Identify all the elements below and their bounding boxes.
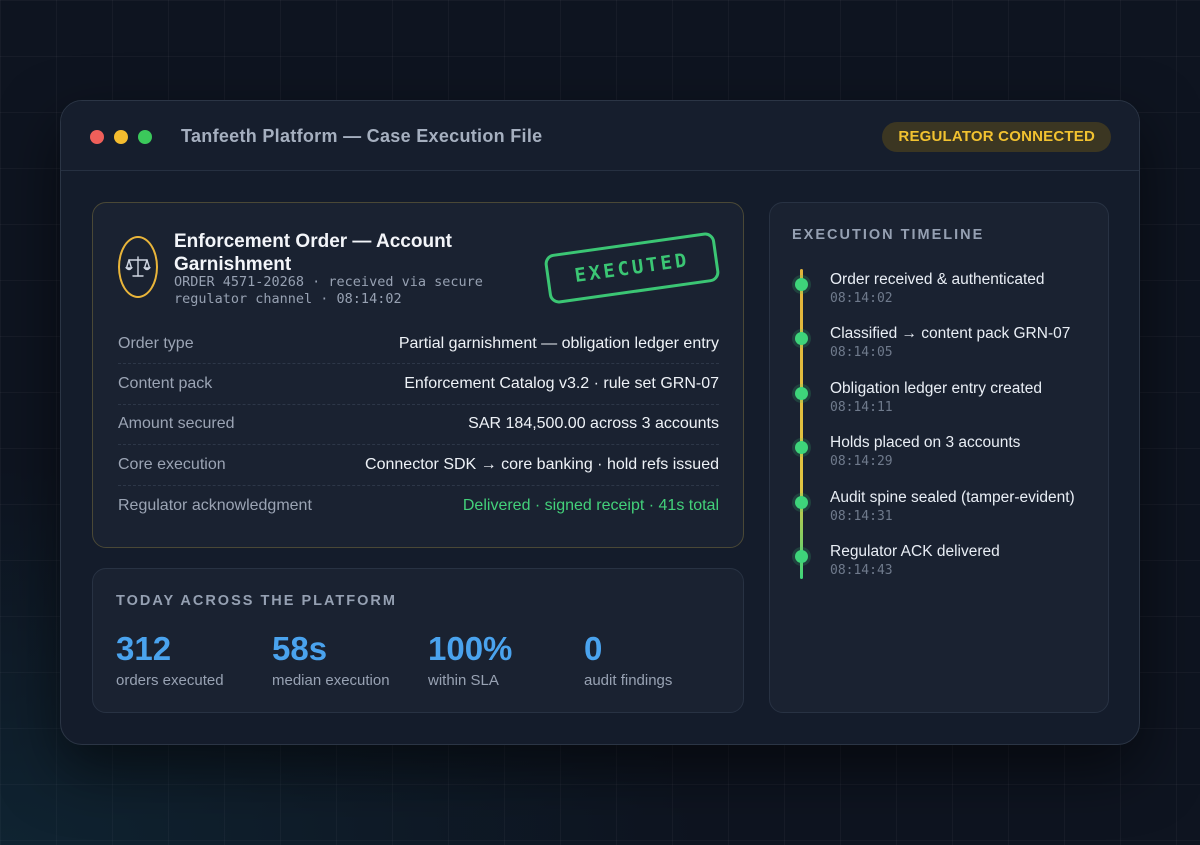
maximize-window-button[interactable] xyxy=(138,130,152,144)
timeline-dot-icon xyxy=(795,496,808,509)
timeline-event-time: 08:14:29 xyxy=(830,454,893,469)
stat-value: 312 xyxy=(116,630,172,667)
timeline-event: Obligation ledger entry created 08:14:11 xyxy=(770,380,1108,430)
timeline-event-text: Regulator ACK delivered xyxy=(830,543,1000,560)
detail-value: SAR 184,500.00 across 3 accounts xyxy=(468,415,719,433)
window-title: Tanfeeth Platform — Case Execution File xyxy=(181,126,543,146)
detail-label: Amount secured xyxy=(118,415,235,433)
detail-label: Content pack xyxy=(118,375,213,393)
stat-label: median execution xyxy=(272,672,390,689)
stats-heading: TODAY ACROSS THE PLATFORM xyxy=(116,593,397,609)
detail-value: Partial garnishment — obligation ledger … xyxy=(398,334,719,352)
stat-value: 100% xyxy=(428,630,513,667)
timeline-event: Classified → content pack GRN-07 08:14:0… xyxy=(770,325,1108,375)
timeline-event: Regulator ACK delivered 08:14:43 xyxy=(770,543,1108,593)
order-meta: ORDER 4571-20268 · received via secure r… xyxy=(174,274,483,307)
detail-row-content-pack: Content pack Enforcement Catalog v3.2 · … xyxy=(118,364,719,405)
timeline-event-text: Order received & authenticated xyxy=(830,271,1045,288)
detail-value: Enforcement Catalog v3.2 · rule set GRN-… xyxy=(404,375,719,393)
platform-stats-card: TODAY ACROSS THE PLATFORM 312 orders exe… xyxy=(92,568,744,713)
execution-timeline-card: EXECUTION TIMELINE Order received & auth… xyxy=(769,202,1109,713)
detail-row-regulator-ack: Regulator acknowledgment Delivered · sig… xyxy=(118,486,719,526)
detail-label: Order type xyxy=(118,334,194,352)
timeline-dot-icon xyxy=(795,278,808,291)
timeline-event-text: Obligation ledger entry created xyxy=(830,380,1042,397)
timeline-event-time: 08:14:31 xyxy=(830,509,893,524)
timeline-event-text: Audit spine sealed (tamper-evident) xyxy=(830,489,1075,506)
minimize-window-button[interactable] xyxy=(114,130,128,144)
stat-within-sla: 100% within SLA xyxy=(428,629,578,689)
scales-icon xyxy=(118,236,158,298)
timeline-event-time: 08:14:02 xyxy=(830,291,893,306)
timeline-dot-icon xyxy=(795,387,808,400)
timeline-event-time: 08:14:05 xyxy=(830,345,893,360)
detail-row-core-execution: Core execution Connector SDK → core bank… xyxy=(118,445,719,486)
stat-label: orders executed xyxy=(116,672,224,689)
timeline-dot-icon xyxy=(795,550,808,563)
stat-label: within SLA xyxy=(428,672,499,689)
order-title: Enforcement Order — Account Garnishment xyxy=(174,231,453,275)
stat-label: audit findings xyxy=(584,672,673,689)
stat-median-execution: 58s median execution xyxy=(272,629,422,689)
timeline-event: Holds placed on 3 accounts 08:14:29 xyxy=(770,434,1108,484)
title-bar: Tanfeeth Platform — Case Execution File … xyxy=(61,101,1139,171)
detail-row-order-type: Order type Partial garnishment — obligat… xyxy=(118,324,719,365)
close-window-button[interactable] xyxy=(90,130,104,144)
timeline-event-time: 08:14:11 xyxy=(830,400,893,415)
timeline-dot-icon xyxy=(795,332,808,345)
app-window: Tanfeeth Platform — Case Execution File … xyxy=(60,100,1140,745)
timeline-event-text: Holds placed on 3 accounts xyxy=(830,434,1021,451)
detail-label: Core execution xyxy=(118,455,226,473)
timeline-event-time: 08:14:43 xyxy=(830,563,893,578)
order-card: Enforcement Order — Account Garnishment … xyxy=(92,202,744,548)
detail-value: Delivered · signed receipt · 41s total xyxy=(462,496,719,514)
stat-orders-executed: 312 orders executed xyxy=(116,629,266,689)
detail-value: Connector SDK → core banking · hold refs… xyxy=(365,455,719,473)
detail-label: Regulator acknowledgment xyxy=(118,496,312,514)
timeline-event-text: Classified → content pack GRN-07 xyxy=(830,325,1071,342)
timeline-heading: EXECUTION TIMELINE xyxy=(792,227,985,243)
regulator-status-badge: REGULATOR CONNECTED xyxy=(882,122,1111,152)
timeline-event: Order received & authenticated 08:14:02 xyxy=(770,271,1108,321)
timeline-dot-icon xyxy=(795,441,808,454)
timeline-event: Audit spine sealed (tamper-evident) 08:1… xyxy=(770,489,1108,539)
stat-audit-findings: 0 audit findings xyxy=(584,629,734,689)
stat-value: 58s xyxy=(272,630,328,667)
order-details: Order type Partial garnishment — obligat… xyxy=(118,324,719,526)
stat-value: 0 xyxy=(584,630,603,667)
executed-stamp: EXECUTED xyxy=(543,231,721,305)
detail-row-amount-secured: Amount secured SAR 184,500.00 across 3 a… xyxy=(118,405,719,446)
